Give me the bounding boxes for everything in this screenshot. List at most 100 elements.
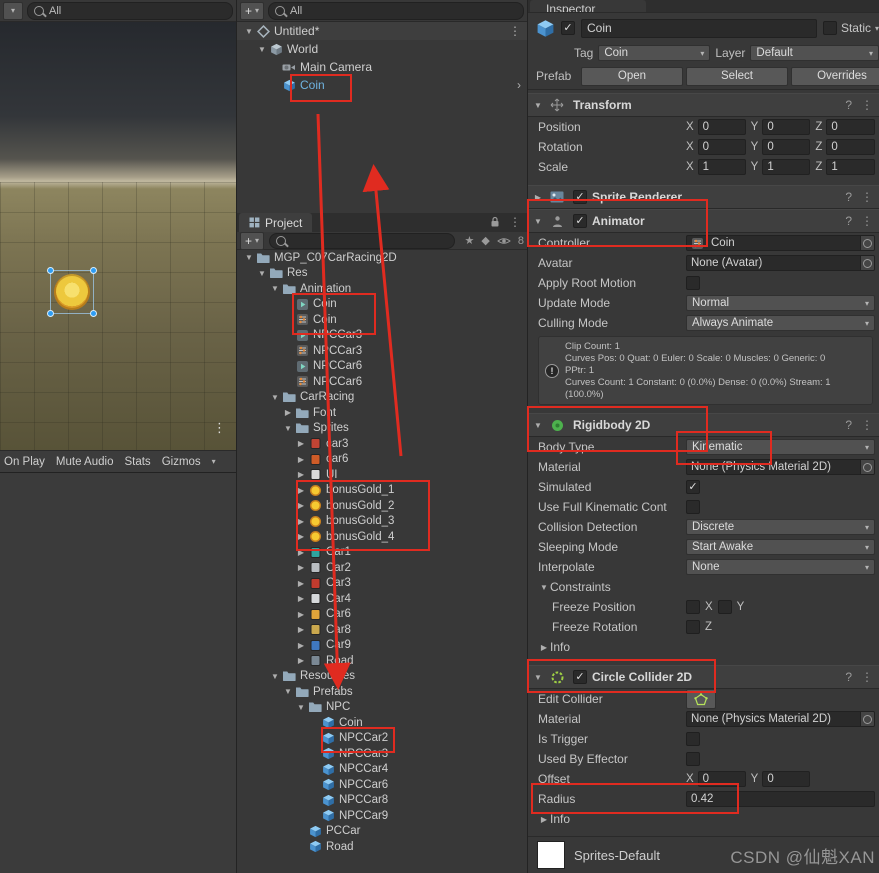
tree-item-res[interactable]: ▼ Res [237, 266, 527, 282]
foldout-open-icon[interactable]: ▼ [282, 424, 294, 433]
component-header-rigidbody-2d[interactable]: ▼ Rigidbody 2D? ⋮ [528, 413, 879, 438]
kebab-menu-icon[interactable]: ⋮ [861, 190, 873, 204]
tree-item-npccar9[interactable]: NPCCar9 [237, 808, 527, 824]
selection-handle[interactable] [47, 267, 54, 274]
foldout-open-icon[interactable]: ▼ [243, 253, 255, 262]
selection-handle[interactable] [90, 267, 97, 274]
radius-field[interactable]: 0.42 [686, 791, 875, 808]
kebab-menu-icon[interactable]: ⋮ [861, 670, 873, 684]
component-header-sprite-renderer[interactable]: ▶ ✓ Sprite Renderer? ⋮ [528, 185, 879, 209]
scale-z-field[interactable]: 1 [826, 159, 876, 175]
component-enabled-checkbox[interactable]: ✓ [573, 214, 587, 228]
tree-item-bonusgold-4[interactable]: ▶ bonusGold_4 [237, 529, 527, 545]
hierarchy-add-button[interactable]: + ▾ [240, 1, 265, 20]
active-checkbox[interactable]: ✓ [561, 21, 575, 35]
help-icon[interactable]: ? [845, 98, 852, 112]
foldout-open-icon[interactable]: ▼ [269, 393, 281, 402]
controller-object-field[interactable]: Coin [686, 235, 875, 251]
update-mode-dropdown[interactable]: Normal ▾ [686, 295, 875, 311]
scale-x-field[interactable]: 1 [697, 159, 746, 175]
prefab-open-button[interactable]: Open [581, 66, 683, 86]
tree-item-pccar[interactable]: PCCar [237, 824, 527, 840]
avatar-object-field[interactable]: None (Avatar) [686, 255, 875, 271]
tree-item-mgp-c07carracing2d[interactable]: ▼ MGP_C07CarRacing2D [237, 250, 527, 266]
material-object-field[interactable]: None (Physics Material 2D) [686, 711, 875, 728]
foldout-closed-icon[interactable]: ▶ [295, 470, 307, 479]
tree-item-untitled[interactable]: ▼ Untitled* ⋮ [237, 22, 527, 40]
foldout-open-icon[interactable]: ▼ [532, 101, 544, 110]
collision-detection-dropdown[interactable]: Discrete ▾ [686, 519, 875, 536]
is-trigger-checkbox[interactable] [686, 732, 700, 747]
tree-item-prefabs[interactable]: ▼ Prefabs [237, 684, 527, 700]
game-toolbar-stats[interactable]: Stats [124, 456, 150, 468]
gameobject-name-field[interactable]: Coin [581, 18, 817, 38]
foldout-open-icon[interactable]: ▼ [538, 583, 550, 592]
hierarchy-search-input[interactable]: All [268, 1, 524, 20]
freeze-position-x-checkbox[interactable] [686, 600, 700, 615]
freeze-position-y-checkbox[interactable] [717, 600, 732, 615]
tree-item-car8[interactable]: ▶ Car8 [237, 622, 527, 638]
foldout-closed-icon[interactable]: ▶ [282, 408, 294, 417]
tree-item-carracing[interactable]: ▼ CarRacing [237, 390, 527, 406]
game-toolbar-mute-audio[interactable]: Mute Audio [56, 456, 114, 468]
tree-item-car6[interactable]: ▶ car6 [237, 452, 527, 468]
object-picker-icon[interactable] [860, 460, 874, 475]
tree-item-npccar6[interactable]: NPCCar6 [237, 374, 527, 390]
tree-item-npccar2[interactable]: NPCCar2 [237, 731, 527, 747]
foldout-closed-icon[interactable]: ▶ [295, 641, 307, 650]
game-toolbar-gizmos[interactable]: Gizmos [162, 456, 201, 468]
foldout-closed-icon[interactable]: ▶ [295, 625, 307, 634]
foldout-closed-icon[interactable]: ▶ [532, 193, 544, 202]
static-checkbox[interactable] [822, 21, 837, 35]
tree-item-car6[interactable]: ▶ Car6 [237, 607, 527, 623]
foldout-open-icon[interactable]: ▼ [256, 269, 268, 278]
foldout-closed-icon[interactable]: ▶ [295, 517, 307, 526]
foldout-closed-icon[interactable]: ▶ [538, 643, 550, 652]
foldout-closed-icon[interactable]: ▶ [295, 548, 307, 557]
scene-search-input[interactable]: All [27, 1, 233, 20]
material-object-field[interactable]: None (Physics Material 2D) [686, 459, 875, 476]
game-toolbar-on-play[interactable]: On Play [4, 456, 45, 468]
tree-item-car2[interactable]: ▶ Car2 [237, 560, 527, 576]
tree-item-coin[interactable]: Coin › [237, 76, 527, 94]
tree-item-npccar3[interactable]: NPCCar3 [237, 746, 527, 762]
tab-project[interactable]: Project [239, 213, 313, 232]
tree-item-car9[interactable]: ▶ Car9 [237, 638, 527, 654]
tree-item-world[interactable]: ▼ World [237, 40, 527, 58]
edit-collider-button[interactable] [686, 689, 716, 710]
tree-item-road[interactable]: ▶ Road [237, 653, 527, 669]
prefab-overrides-button[interactable]: Overrides [791, 66, 879, 86]
kebab-menu-icon[interactable]: ⋮ [861, 98, 873, 112]
project-add-button[interactable]: + ▾ [240, 231, 265, 250]
rotation-z-field[interactable]: 0 [826, 139, 876, 155]
apply-root-motion-checkbox[interactable] [686, 276, 700, 290]
foldout-open-icon[interactable]: ▼ [243, 27, 255, 36]
foldout-open-icon[interactable]: ▼ [532, 217, 544, 226]
foldout-open-icon[interactable]: ▼ [532, 421, 544, 430]
position-y-field[interactable]: 0 [762, 119, 811, 135]
foldout-closed-icon[interactable]: ▶ [295, 439, 307, 448]
kebab-menu-icon[interactable]: ⋮ [861, 418, 873, 432]
scene-viewport[interactable]: ⋮ [0, 22, 236, 450]
kebab-menu-icon[interactable]: ⋮ [213, 420, 226, 436]
tree-item-font[interactable]: ▶ Font [237, 405, 527, 421]
component-header-circle-collider-2d[interactable]: ▼ ✓ Circle Collider 2D? ⋮ [528, 665, 879, 690]
culling-mode-dropdown[interactable]: Always Animate ▾ [686, 315, 875, 331]
offset-x-field[interactable]: 0 [697, 771, 746, 788]
project-search-input[interactable] [269, 232, 456, 249]
selection-handle[interactable] [47, 310, 54, 317]
scene-dropdown-button[interactable]: ▾ [3, 1, 23, 20]
help-icon[interactable]: ? [845, 214, 852, 228]
foldout-closed-icon[interactable]: ▶ [295, 501, 307, 510]
selection-handle[interactable] [90, 310, 97, 317]
object-picker-icon[interactable] [860, 256, 874, 270]
tree-item-npccar6[interactable]: NPCCar6 [237, 359, 527, 375]
body-type-dropdown[interactable]: Kinematic ▾ [686, 439, 875, 456]
offset-y-field[interactable]: 0 [762, 771, 811, 788]
tree-item-coin[interactable]: Coin [237, 297, 527, 313]
layer-dropdown[interactable]: Default ▾ [750, 45, 879, 61]
tree-item-coin[interactable]: Coin [237, 312, 527, 328]
foldout-closed-icon[interactable]: ▶ [295, 610, 307, 619]
object-picker-icon[interactable] [860, 712, 874, 727]
kebab-menu-icon[interactable]: ⋮ [509, 215, 521, 229]
